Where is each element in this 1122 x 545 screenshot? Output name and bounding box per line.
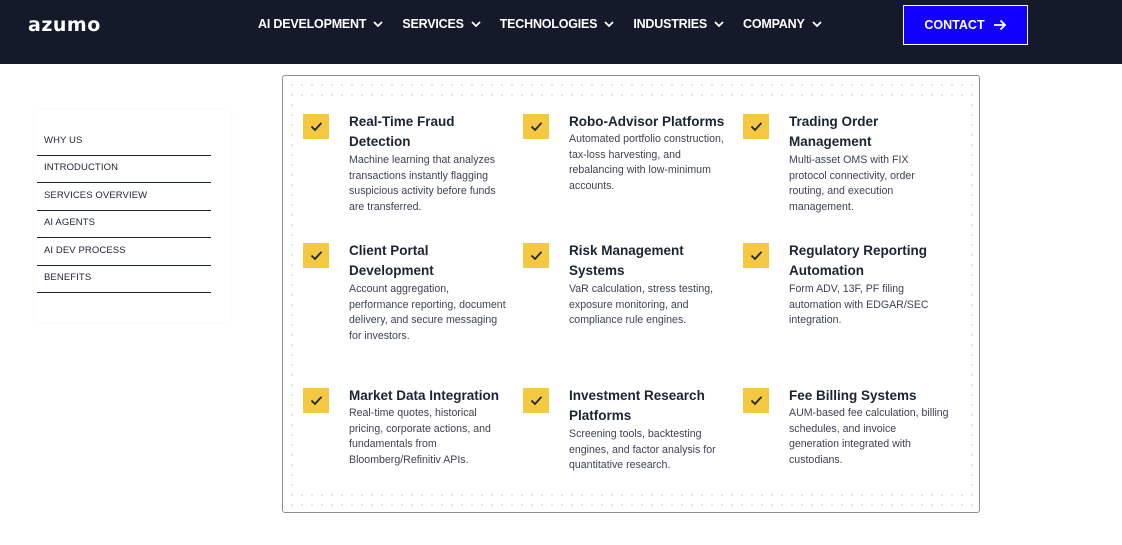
check-icon (303, 114, 329, 139)
toc-item-ai-agents[interactable]: AI AGENTS (37, 211, 211, 238)
nav-label: COMPANY (743, 17, 805, 31)
check-icon (303, 388, 329, 413)
top-navigation-bar: azumo AI DEVELOPMENT SERVICES TECHNOLOGI… (0, 0, 1122, 64)
contact-button[interactable]: CONTACT (903, 5, 1028, 45)
check-icon (523, 114, 549, 139)
features-card: Real-Time Fraud Detection Machine learni… (282, 75, 980, 513)
toc-item-why-us[interactable]: WHY US (37, 128, 211, 156)
nav-label: AI DEVELOPMENT (258, 17, 367, 31)
feature-title: Trading Order Management (789, 114, 879, 149)
nav-ai-development[interactable]: AI DEVELOPMENT (258, 16, 384, 32)
main-nav: AI DEVELOPMENT SERVICES TECHNOLOGIES IND… (258, 16, 841, 32)
nav-technologies[interactable]: TECHNOLOGIES (500, 16, 616, 32)
toc-item-ai-dev-process[interactable]: AI DEV PROCESS (37, 238, 211, 266)
feature-description: Automated portfolio construction, tax-lo… (569, 133, 724, 192)
feature-title: Robo-Advisor Platforms (569, 114, 725, 129)
check-icon (523, 243, 549, 268)
check-icon (743, 114, 769, 139)
feature-description: Account aggregation, performance reporti… (349, 283, 506, 342)
chevron-down-icon (604, 21, 614, 28)
feature-title: Fee Billing Systems (789, 388, 917, 403)
feature-description: Real-time quotes, historical pricing, co… (349, 407, 491, 466)
feature-title: Market Data Integration (349, 388, 500, 403)
chevron-down-icon (811, 21, 822, 28)
feature-description: AUM-based fee calculation, billing sched… (789, 407, 949, 466)
toc-item-introduction[interactable]: INTRODUCTION (37, 156, 211, 183)
azumo-logo[interactable]: azumo (28, 14, 101, 36)
feature-title: Risk Management Systems (569, 243, 684, 278)
arrow-right-icon (993, 19, 1006, 31)
feature-description: Screening tools, backtesting engines, an… (569, 428, 716, 472)
feature-title: Investment Research Platforms (569, 388, 705, 423)
feature-description: VaR calculation, stress testing, exposur… (569, 283, 714, 327)
check-icon (523, 388, 549, 413)
feature-title: Real-Time Fraud Detection (349, 114, 455, 149)
contact-button-label: CONTACT (924, 18, 985, 32)
features-grid: Real-Time Fraud Detection Machine learni… (298, 98, 964, 490)
chevron-down-icon (373, 21, 383, 28)
nav-label: TECHNOLOGIES (499, 17, 598, 31)
feature-title: Regulatory Reporting Automation (789, 243, 928, 278)
feature-title: Client Portal Development (349, 243, 434, 278)
feature-description: Machine learning that analyzes transacti… (349, 154, 496, 213)
chevron-down-icon (471, 21, 481, 28)
feature-description: Multi-asset OMS with FIX protocol connec… (789, 154, 915, 213)
nav-company[interactable]: COMPANY (743, 16, 823, 32)
check-icon (743, 388, 769, 413)
nav-label: INDUSTRIES (633, 17, 708, 31)
toc-item-services-overview[interactable]: SERVICES OVERVIEW (37, 183, 211, 211)
table-of-contents: WHY US INTRODUCTION SERVICES OVERVIEW AI… (35, 110, 230, 322)
check-icon (303, 243, 329, 268)
toc-list: WHY US INTRODUCTION SERVICES OVERVIEW AI… (37, 128, 211, 293)
feature-description: Form ADV, 13F, PF filing automation with… (789, 283, 929, 327)
nav-services[interactable]: SERVICES (402, 16, 481, 32)
nav-label: SERVICES (402, 17, 464, 31)
nav-industries[interactable]: INDUSTRIES (633, 16, 725, 32)
toc-item-benefits[interactable]: BENEFITS (37, 266, 211, 293)
check-icon (743, 243, 769, 268)
chevron-down-icon (714, 21, 724, 28)
